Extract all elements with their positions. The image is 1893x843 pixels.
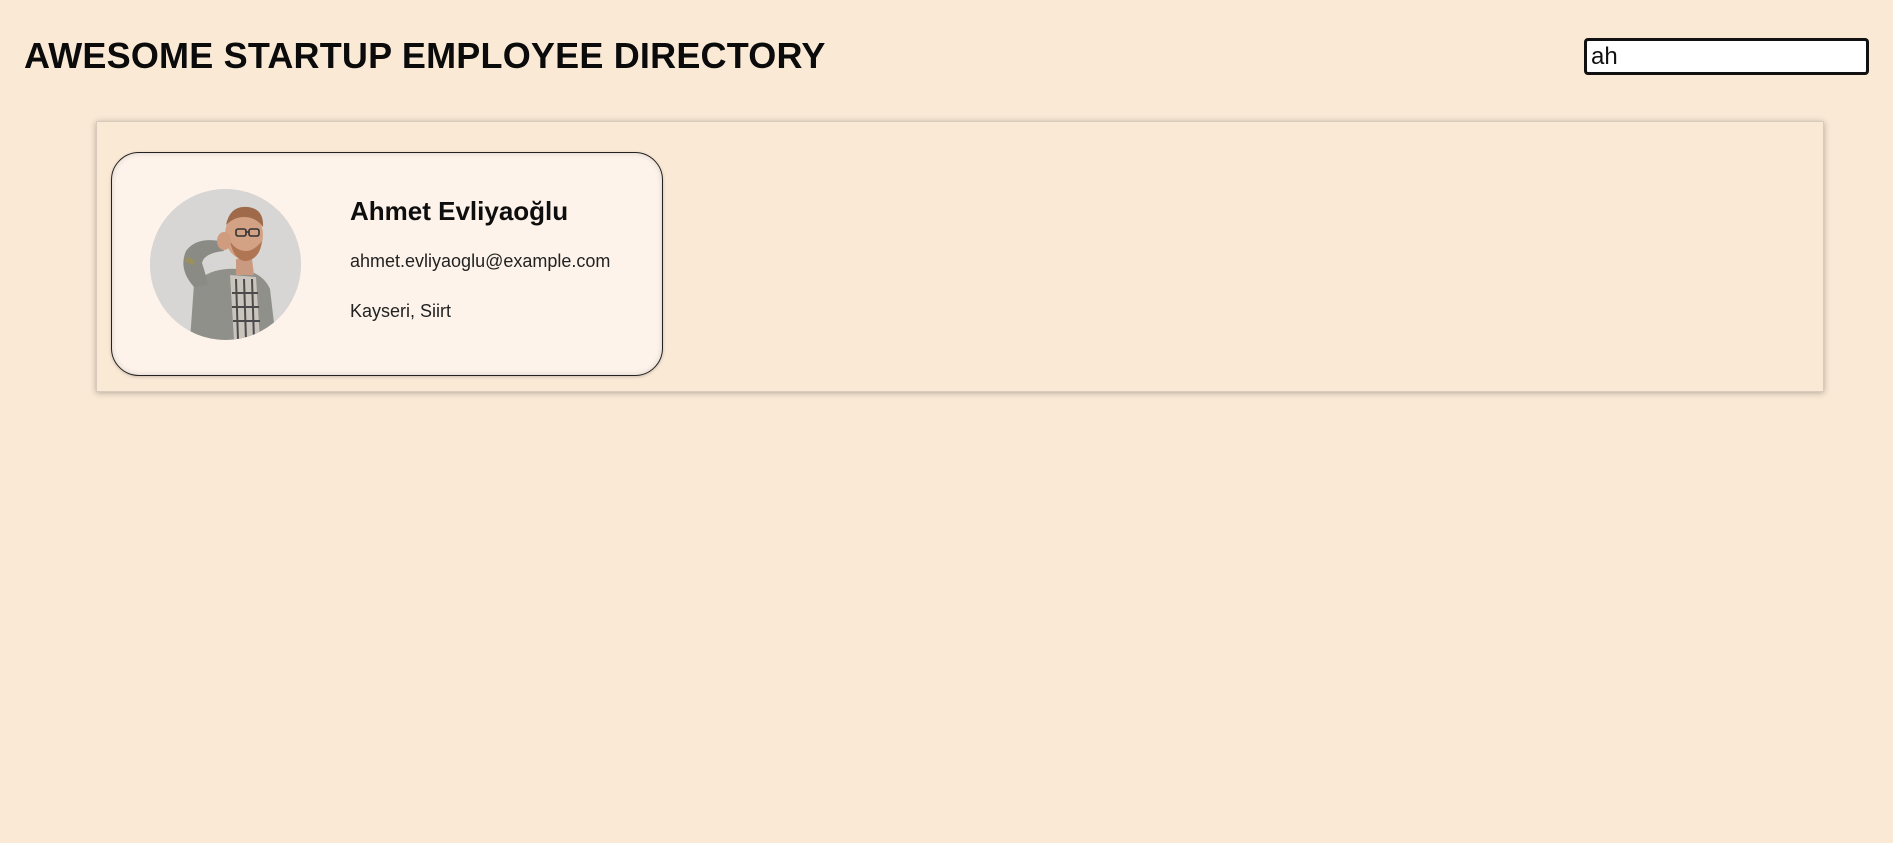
employee-card[interactable]: Ahmet Evliyaoğlu ahmet.evliyaoglu@exampl… [111,152,663,376]
page-title: AWESOME STARTUP EMPLOYEE DIRECTORY [24,35,826,76]
employee-location: Kayseri, Siirt [350,301,452,321]
search-input[interactable] [1587,41,1893,72]
avatar [150,189,301,340]
search-box [1584,38,1893,75]
employee-email: ahmet.evliyaoglu@example.com [350,251,611,271]
employee-gallery: Ahmet Evliyaoğlu ahmet.evliyaoglu@exampl… [96,121,1824,392]
employee-name: Ahmet Evliyaoğlu [350,196,569,226]
card-info: Ahmet Evliyaoğlu ahmet.evliyaoglu@exampl… [350,195,650,323]
header: AWESOME STARTUP EMPLOYEE DIRECTORY [0,0,1893,110]
